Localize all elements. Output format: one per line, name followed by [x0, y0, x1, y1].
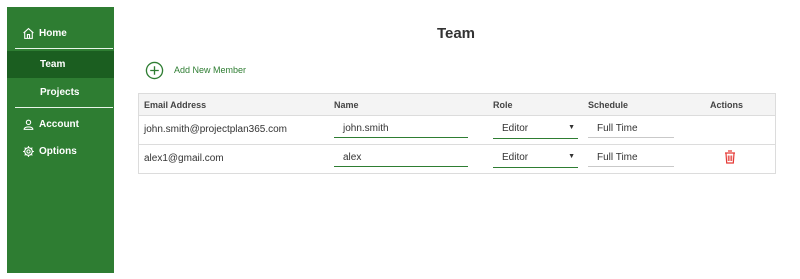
add-new-member-button[interactable]: Add New Member [145, 60, 246, 80]
role-select[interactable]: Editor ▼ [493, 148, 578, 168]
sidebar-item-account[interactable]: Account [7, 116, 114, 132]
column-header-email: Email Address [144, 100, 207, 110]
email-cell: alex1@gmail.com [144, 153, 224, 164]
sidebar-divider [15, 107, 113, 108]
sidebar-item-label: Account [39, 118, 79, 130]
team-table: Email Address Name Role Schedule Actions… [138, 93, 776, 174]
sidebar: Home Team Projects Account Options [7, 7, 114, 273]
sidebar-item-label: Options [39, 145, 77, 157]
role-select-value: Editor [502, 152, 529, 163]
column-header-role: Role [493, 100, 513, 110]
column-header-name: Name [334, 100, 359, 110]
table-header: Email Address Name Role Schedule Actions [139, 94, 775, 116]
table-row: john.smith@projectplan365.com john.smith… [139, 116, 775, 145]
column-header-actions: Actions [710, 100, 744, 110]
name-field[interactable]: alex [334, 148, 468, 167]
home-icon [21, 26, 35, 40]
schedule-field[interactable]: Full Time [588, 148, 674, 167]
user-icon [21, 117, 35, 131]
email-cell: john.smith@projectplan365.com [144, 124, 288, 135]
schedule-field[interactable]: Full Time [588, 119, 674, 138]
table-row: alex1@gmail.com alex Editor ▼ Full Time [139, 145, 775, 174]
role-select[interactable]: Editor ▼ [493, 119, 578, 139]
delete-member-button[interactable] [724, 150, 736, 164]
caret-down-icon: ▼ [568, 124, 575, 131]
sidebar-item-options[interactable]: Options [7, 143, 114, 159]
role-select-value: Editor [502, 123, 529, 134]
caret-down-icon: ▼ [568, 153, 575, 160]
app-window: Home Team Projects Account Options Team … [0, 0, 800, 279]
sidebar-item-label: Projects [40, 86, 80, 98]
trash-icon [725, 150, 735, 164]
name-field[interactable]: john.smith [334, 119, 468, 138]
sidebar-divider [15, 48, 113, 49]
sidebar-item-home[interactable]: Home [7, 25, 114, 41]
column-header-schedule: Schedule [588, 100, 629, 110]
add-new-member-label: Add New Member [174, 65, 247, 75]
plus-circle-icon [145, 61, 164, 80]
sidebar-item-label: Home [39, 27, 67, 39]
gear-icon [21, 144, 35, 158]
page-title: Team [436, 25, 476, 42]
sidebar-item-projects[interactable]: Projects [7, 83, 114, 101]
sidebar-item-label: Team [40, 59, 66, 70]
sidebar-item-team[interactable]: Team [7, 51, 114, 78]
